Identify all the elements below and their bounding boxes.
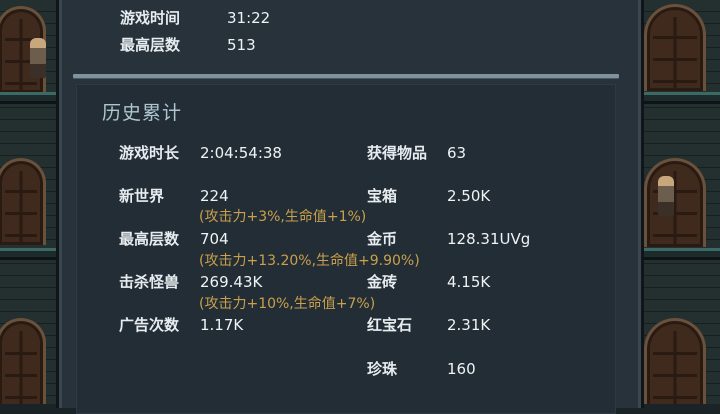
history-label-pearls: 珍珠: [367, 360, 398, 378]
history-label-gold: 金币: [367, 230, 398, 248]
history-value-monsters-killed: 269.43K: [200, 273, 263, 291]
history-label-items-obtained: 获得物品: [367, 144, 428, 162]
history-value-gold-bars: 4.15K: [447, 273, 491, 291]
history-value-items-obtained: 63: [447, 144, 467, 162]
history-label-play-duration: 游戏时长: [119, 144, 180, 162]
arched-window-icon: [644, 318, 706, 404]
history-value-max-floor: 704: [200, 230, 229, 248]
current-value-max-floor: 513: [227, 36, 256, 54]
history-value-gold: 128.31UVg: [447, 230, 531, 248]
stone-ledge: [0, 92, 56, 104]
left-wall-background: [0, 0, 56, 404]
history-value-ad-count: 1.17K: [200, 316, 244, 334]
arched-window-icon: [644, 4, 706, 91]
history-label-monsters-killed: 击杀怪兽: [119, 273, 180, 291]
history-value-new-world: 224: [200, 187, 229, 205]
history-label-gold-bars: 金砖: [367, 273, 398, 291]
history-label-ad-count: 广告次数: [119, 316, 180, 334]
history-title: 历史累计: [102, 102, 183, 124]
arched-window-icon: [0, 318, 46, 404]
history-label-rubies: 红宝石: [367, 316, 413, 334]
history-label-new-world: 新世界: [119, 187, 165, 205]
character-sprite: [30, 38, 46, 78]
history-bonus-new-world: (攻击力+3%,生命值+1%): [199, 209, 367, 225]
history-value-play-duration: 2:04:54:38: [200, 144, 282, 162]
history-bonus-monsters-killed: (攻击力+10%,生命值+7%): [199, 296, 376, 312]
stone-ledge: [638, 248, 720, 260]
arched-window-icon: [0, 158, 46, 245]
stone-ledge: [0, 248, 56, 260]
history-value-pearls: 160: [447, 360, 476, 378]
stone-ledge: [638, 92, 720, 104]
right-wall-background: [638, 0, 720, 404]
current-label-play-time: 游戏时间: [120, 9, 181, 27]
history-bonus-max-floor: (攻击力+13.20%,生命值+9.90%): [199, 253, 420, 269]
current-value-play-time: 31:22: [227, 9, 271, 27]
section-divider: [73, 74, 619, 78]
arched-window-icon: [644, 158, 706, 247]
history-value-rubies: 2.31K: [447, 316, 491, 334]
history-label-chests: 宝箱: [367, 187, 398, 205]
history-value-chests: 2.50K: [447, 187, 491, 205]
current-label-max-floor: 最高层数: [120, 36, 181, 54]
character-sprite: [658, 176, 674, 216]
history-section: [76, 84, 616, 414]
history-label-max-floor: 最高层数: [119, 230, 180, 248]
